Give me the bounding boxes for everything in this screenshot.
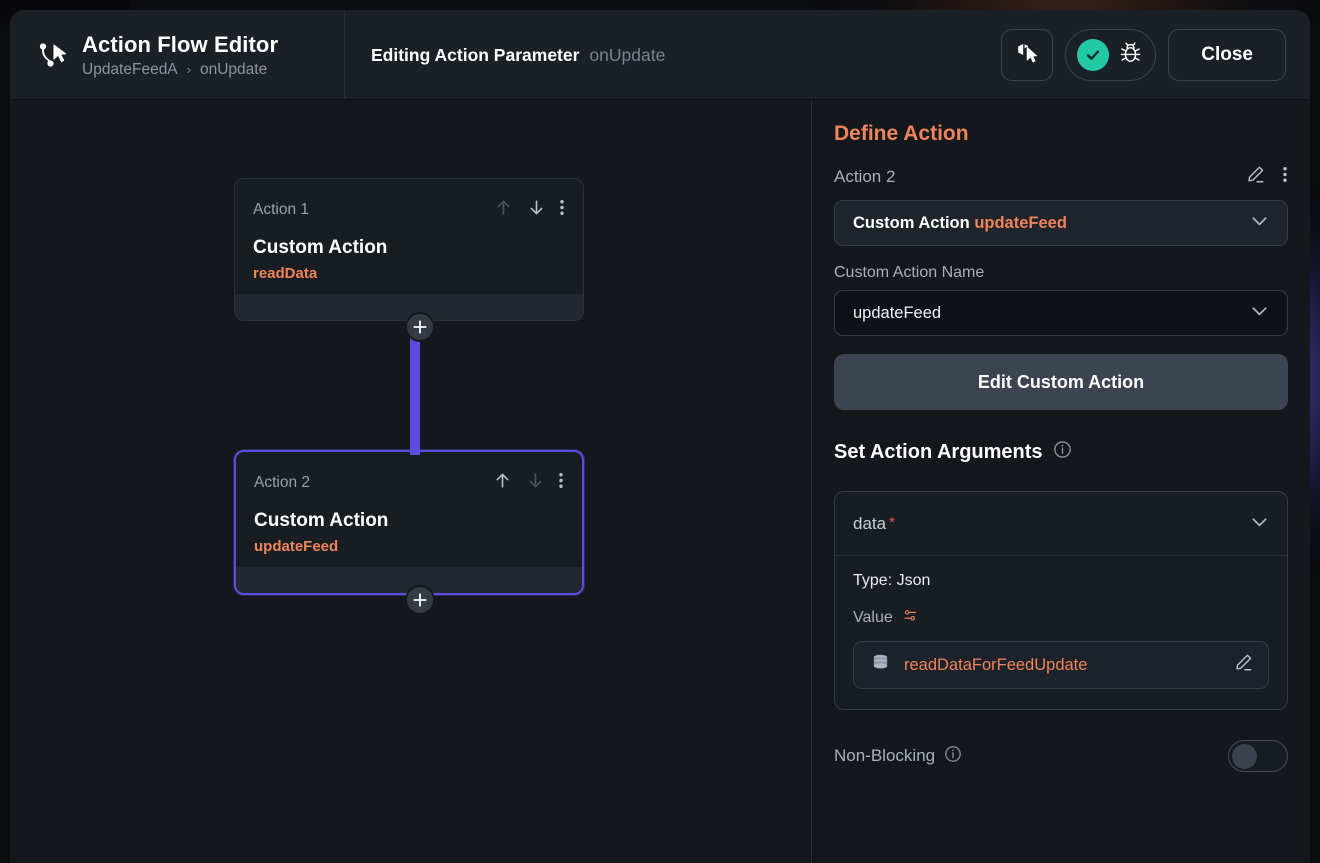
bug-icon <box>1117 39 1144 71</box>
custom-action-name-label: Custom Action Name <box>834 264 985 281</box>
arrow-up-icon[interactable] <box>493 197 514 223</box>
non-blocking-label: Non-Blocking <box>834 746 936 765</box>
add-node-button-after-action-2[interactable] <box>405 585 435 615</box>
non-blocking-row: Non-Blocking <box>834 740 1288 772</box>
chevron-down-icon <box>1248 209 1271 237</box>
chevron-down-icon <box>1248 510 1271 538</box>
define-action-panel: Define Action Action 2 Custom Action upd… <box>812 100 1310 863</box>
flow-node-header: Action 2 <box>254 470 564 496</box>
kebab-menu-icon[interactable] <box>558 470 564 496</box>
breadcrumb-current[interactable]: onUpdate <box>200 61 267 79</box>
panel-action-controls <box>1245 164 1288 190</box>
action-type-value: updateFeed <box>974 213 1067 232</box>
breadcrumb: UpdateFeedA › onUpdate <box>82 61 278 79</box>
flow-node-content: Action 1 Custom Action readData <box>235 179 583 294</box>
action-type-select-value: Custom Action updateFeed <box>853 214 1067 233</box>
flow-node-action-2[interactable]: Action 2 Custom Action updateFeed <box>234 450 584 595</box>
argument-body: Type: Json Value readDataForFeedUpdate <box>835 556 1287 709</box>
argument-name-text: data <box>853 513 887 533</box>
argument-value-label-row: Value <box>853 607 1269 629</box>
breadcrumb-parent[interactable]: UpdateFeedA <box>82 61 178 79</box>
custom-action-name-select[interactable]: updateFeed <box>834 290 1288 336</box>
info-icon[interactable] <box>1053 440 1072 465</box>
argument-card-data: data * Type: Json Value readDataForFeedU… <box>834 491 1288 710</box>
argument-name: data * <box>853 514 895 534</box>
required-marker: * <box>889 513 895 531</box>
flow-node-controls <box>492 470 564 496</box>
action-type-prefix: Custom Action <box>853 213 970 232</box>
argument-value-chip[interactable]: readDataForFeedUpdate <box>853 641 1269 689</box>
non-blocking-toggle[interactable] <box>1228 740 1288 772</box>
flow-node-header: Action 1 <box>253 197 565 223</box>
flow-cursor-button[interactable] <box>1001 29 1054 81</box>
argument-value-label: Value <box>853 609 893 626</box>
flow-node-action-1[interactable]: Action 1 Custom Action readData <box>234 178 584 321</box>
node-connector <box>410 332 420 455</box>
edit-custom-action-button[interactable]: Edit Custom Action <box>834 354 1288 410</box>
panel-heading: Define Action <box>834 122 969 145</box>
argument-type: Type: Json <box>853 572 931 589</box>
flow-node-title: Custom Action <box>253 237 388 258</box>
pencil-icon[interactable] <box>1245 164 1266 190</box>
flow-node-subtitle: updateFeed <box>254 538 339 555</box>
set-action-arguments-title: Set Action Arguments <box>834 441 1043 463</box>
database-icon <box>870 652 891 678</box>
chevron-right-icon: › <box>186 62 191 77</box>
header-actions: Close <box>1001 10 1310 100</box>
page-root: Action Flow Editor UpdateFeedA › onUpdat… <box>0 0 1320 863</box>
debug-status-group[interactable] <box>1065 29 1157 81</box>
check-icon <box>1077 39 1110 71</box>
flow-node-controls <box>493 197 565 223</box>
panel-action-row: Action 2 <box>834 164 1288 190</box>
arrow-up-icon[interactable] <box>492 470 513 496</box>
kebab-menu-icon[interactable] <box>559 197 565 223</box>
action-flow-editor-window: Action Flow Editor UpdateFeedA › onUpdat… <box>10 10 1310 863</box>
non-blocking-label-group: Non-Blocking <box>834 745 962 768</box>
editing-context-value: onUpdate <box>589 44 666 65</box>
argument-value-text: readDataForFeedUpdate <box>904 655 1088 674</box>
flow-node-index-label: Action 2 <box>254 474 311 491</box>
close-button[interactable]: Close <box>1168 29 1286 81</box>
add-node-button-after-action-1[interactable] <box>405 312 435 342</box>
editor-body: Action 1 Custom Action readData Action 2… <box>10 100 1310 863</box>
sliders-icon[interactable] <box>902 607 919 629</box>
action-flow-icon <box>34 38 68 72</box>
header-text-group: Action Flow Editor UpdateFeedA › onUpdat… <box>82 32 278 79</box>
page-title: Action Flow Editor <box>82 31 279 57</box>
toggle-knob <box>1232 743 1257 769</box>
editing-context-label: Editing Action Parameter <box>371 44 580 65</box>
flow-canvas[interactable]: Action 1 Custom Action readData Action 2… <box>10 100 812 863</box>
set-action-arguments-heading: Set Action Arguments <box>834 440 1288 465</box>
header-title-block: Action Flow Editor UpdateFeedA › onUpdat… <box>10 10 345 100</box>
flow-node-subtitle: readData <box>253 265 318 282</box>
header-bar: Action Flow Editor UpdateFeedA › onUpdat… <box>10 10 1310 100</box>
flow-node-index-label: Action 1 <box>253 201 310 218</box>
header-context: Editing Action Parameter onUpdate <box>345 10 1001 100</box>
kebab-menu-icon[interactable] <box>1282 164 1288 190</box>
flow-node-title: Custom Action <box>254 510 389 531</box>
plus-icon <box>413 320 427 334</box>
info-icon[interactable] <box>944 745 962 768</box>
flow-node-content: Action 2 Custom Action updateFeed <box>236 452 582 567</box>
action-type-select[interactable]: Custom Action updateFeed <box>834 200 1288 246</box>
custom-action-name-value: updateFeed <box>853 303 942 322</box>
arrow-down-icon[interactable] <box>525 470 546 496</box>
flow-cursor-icon <box>1014 40 1040 71</box>
chevron-down-icon <box>1248 299 1271 327</box>
arrow-down-icon[interactable] <box>526 197 547 223</box>
argument-header[interactable]: data * <box>835 492 1287 556</box>
pencil-icon[interactable] <box>1233 652 1254 678</box>
panel-action-label: Action 2 <box>834 167 896 186</box>
plus-icon <box>413 593 427 607</box>
